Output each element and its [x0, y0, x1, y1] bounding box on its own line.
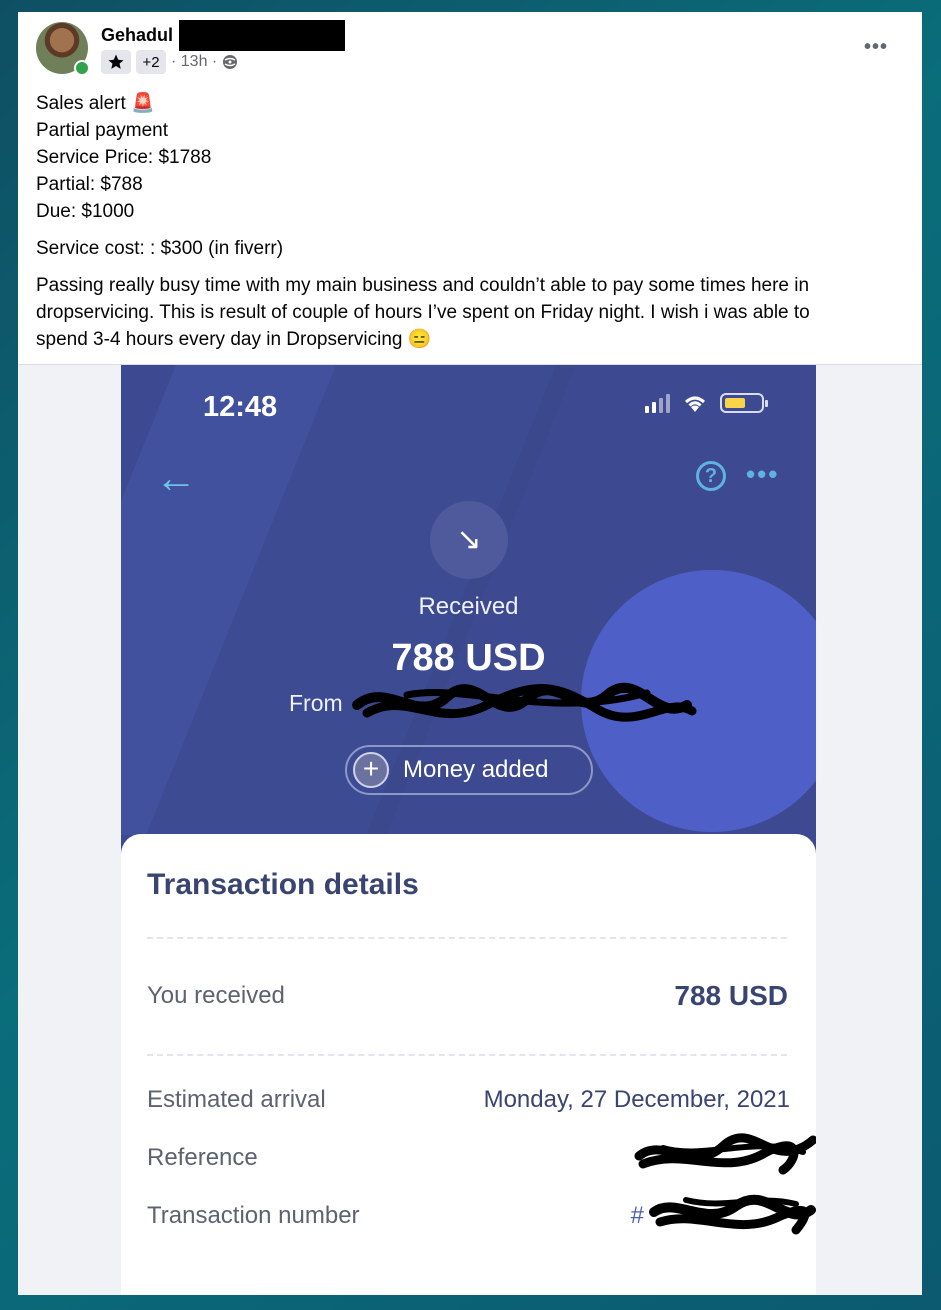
post-line: Due: $1000	[36, 201, 135, 222]
star-icon	[108, 54, 124, 69]
status-clock: 12:48	[203, 391, 278, 423]
reference-scribble	[634, 1133, 816, 1175]
estimated-arrival-label: Estimated arrival	[147, 1086, 326, 1113]
help-icon: ?	[696, 461, 726, 491]
service-cost-line: Service cost: : $300 (in fiverr)	[36, 238, 284, 259]
received-arrow-icon: ↘	[430, 501, 508, 579]
transaction-number-prefix: #	[630, 1202, 644, 1229]
phone-screenshot: 12:48 ← ? ••• ↘ Received 788 USD From + …	[121, 365, 816, 1295]
back-arrow-icon: ←	[155, 454, 197, 501]
post-body: Sales alert 🚨 Partial payment Service Pr…	[36, 90, 896, 353]
you-received-label: You received	[147, 982, 285, 1009]
post-line: Service Price: $1788	[36, 147, 212, 168]
signal-icon	[645, 393, 670, 413]
paragraph-line: Passing really busy time with my main bu…	[36, 275, 810, 296]
more-options-icon[interactable]: •••	[864, 36, 888, 59]
plus-circle-icon: +	[353, 752, 389, 788]
author-name[interactable]: Gehadul	[101, 25, 173, 46]
wifi-icon	[685, 396, 705, 412]
divider	[147, 1054, 787, 1056]
paragraph-line: dropservicing. This is result of couple …	[36, 302, 810, 323]
post-meta: +2 · 13h ·	[101, 50, 238, 74]
transaction-details-panel: Transaction details You received 788 USD…	[121, 834, 816, 1295]
divider	[147, 937, 787, 939]
details-title: Transaction details	[147, 868, 419, 901]
money-added-pill: + Money added	[345, 745, 593, 795]
redaction-bar	[179, 20, 345, 51]
battery-icon	[720, 393, 768, 413]
paragraph-line: spend 3-4 hours every day in Dropservici…	[36, 329, 432, 350]
badge-count[interactable]: +2	[136, 50, 166, 74]
estimated-arrival-value: Monday, 27 December, 2021	[483, 1086, 790, 1113]
money-added-label: Money added	[403, 756, 549, 783]
post-time[interactable]: · 13h ·	[171, 53, 217, 71]
post-card: Gehadul +2 · 13h · ••• Sales alert 🚨 Par…	[18, 12, 922, 1295]
sender-scribble	[352, 682, 697, 722]
star-badge[interactable]	[101, 50, 131, 74]
post-photo[interactable]: 12:48 ← ? ••• ↘ Received 788 USD From + …	[18, 364, 922, 1295]
received-amount: 788 USD	[391, 637, 546, 679]
post-line: Partial payment	[36, 120, 169, 141]
reference-label: Reference	[147, 1144, 258, 1171]
from-label: From	[289, 690, 343, 716]
post-line: Partial: $788	[36, 174, 143, 195]
you-received-value: 788 USD	[674, 980, 788, 1011]
transaction-number-scribble	[649, 1194, 816, 1235]
globe-icon	[223, 55, 238, 69]
online-status-dot	[74, 60, 90, 76]
received-label: Received	[418, 593, 519, 620]
status-icons	[645, 393, 768, 413]
transaction-number-label: Transaction number	[147, 1202, 360, 1229]
post-line: Sales alert 🚨	[36, 93, 155, 114]
menu-dots-icon: •••	[746, 459, 780, 489]
